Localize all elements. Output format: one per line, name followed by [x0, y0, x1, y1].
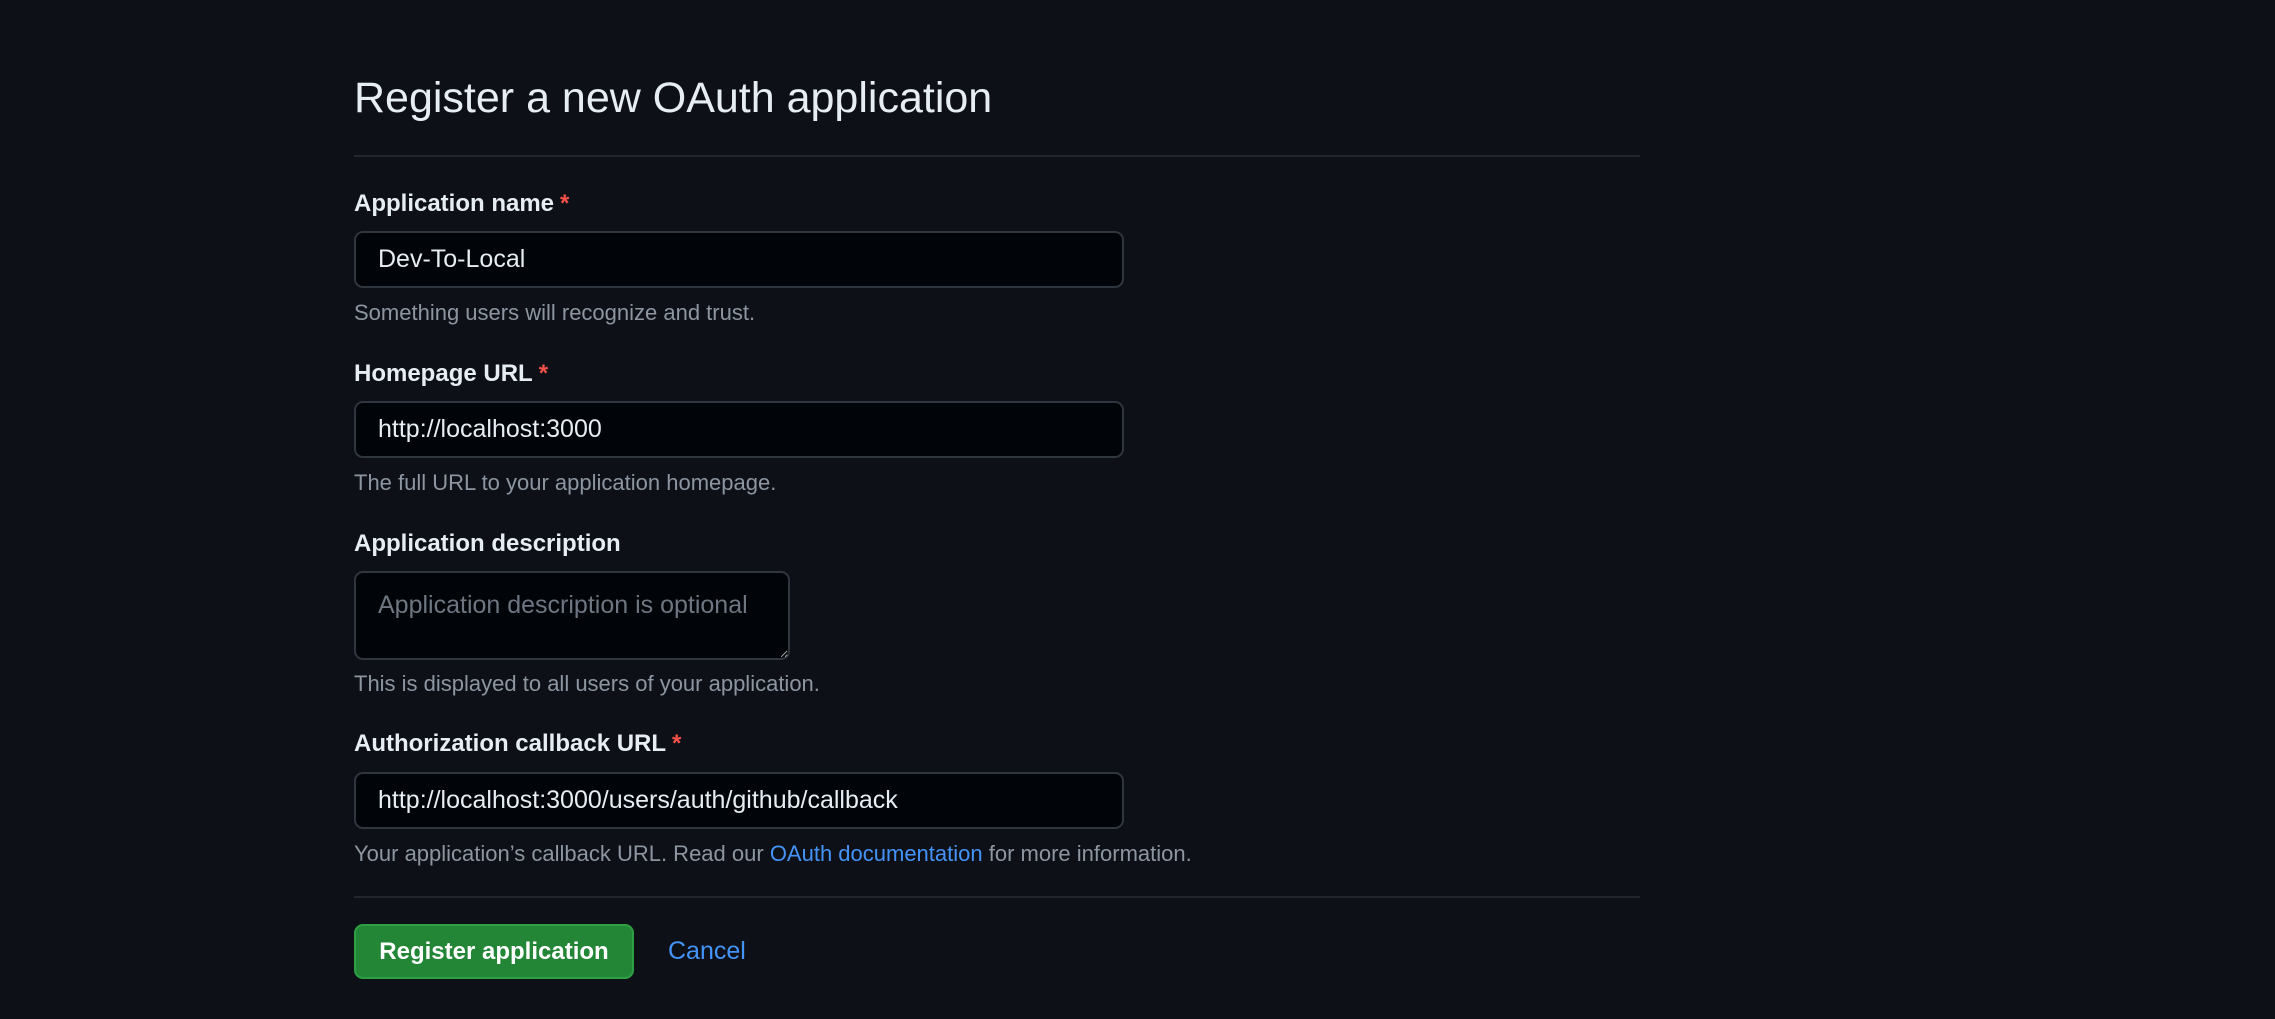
- description-hint: This is displayed to all users of your a…: [354, 671, 820, 696]
- cancel-link[interactable]: Cancel: [668, 924, 746, 979]
- register-application-button[interactable]: Register application: [354, 924, 634, 979]
- required-indicator: *: [672, 730, 682, 757]
- oauth-documentation-link[interactable]: OAuth documentation: [770, 841, 983, 866]
- app-name-hint: Something users will recognize and trust…: [354, 300, 756, 325]
- callback-url-input[interactable]: http://localhost:3000/users/auth/github/…: [354, 772, 1124, 829]
- app-name-input[interactable]: Dev-To-Local: [354, 231, 1124, 288]
- homepage-url-input[interactable]: http://localhost:3000: [354, 401, 1124, 458]
- description-textarea[interactable]: [354, 571, 790, 660]
- callback-hint-after: for more information.: [988, 841, 1192, 866]
- description-label: Application description: [354, 530, 621, 557]
- homepage-url-hint: The full URL to your application homepag…: [354, 470, 777, 495]
- callback-url-hint: Your application’s callback URL. Read ou…: [354, 840, 1192, 868]
- page-title: Register a new OAuth application: [354, 74, 993, 122]
- required-indicator: *: [560, 190, 570, 217]
- required-indicator: *: [538, 360, 549, 387]
- app-name-label-text: Application name: [354, 190, 555, 217]
- actions-divider: [354, 896, 1640, 898]
- callback-url-label: Authorization callback URL *: [354, 729, 681, 759]
- callback-hint-before: Your application’s callback URL. Read ou…: [354, 841, 764, 866]
- homepage-url-label: Homepage URL *: [354, 359, 548, 389]
- homepage-url-label-text: Homepage URL: [354, 360, 533, 387]
- title-divider: [354, 155, 1640, 157]
- app-name-label: Application name *: [354, 189, 569, 219]
- callback-url-label-text: Authorization callback URL: [354, 730, 667, 757]
